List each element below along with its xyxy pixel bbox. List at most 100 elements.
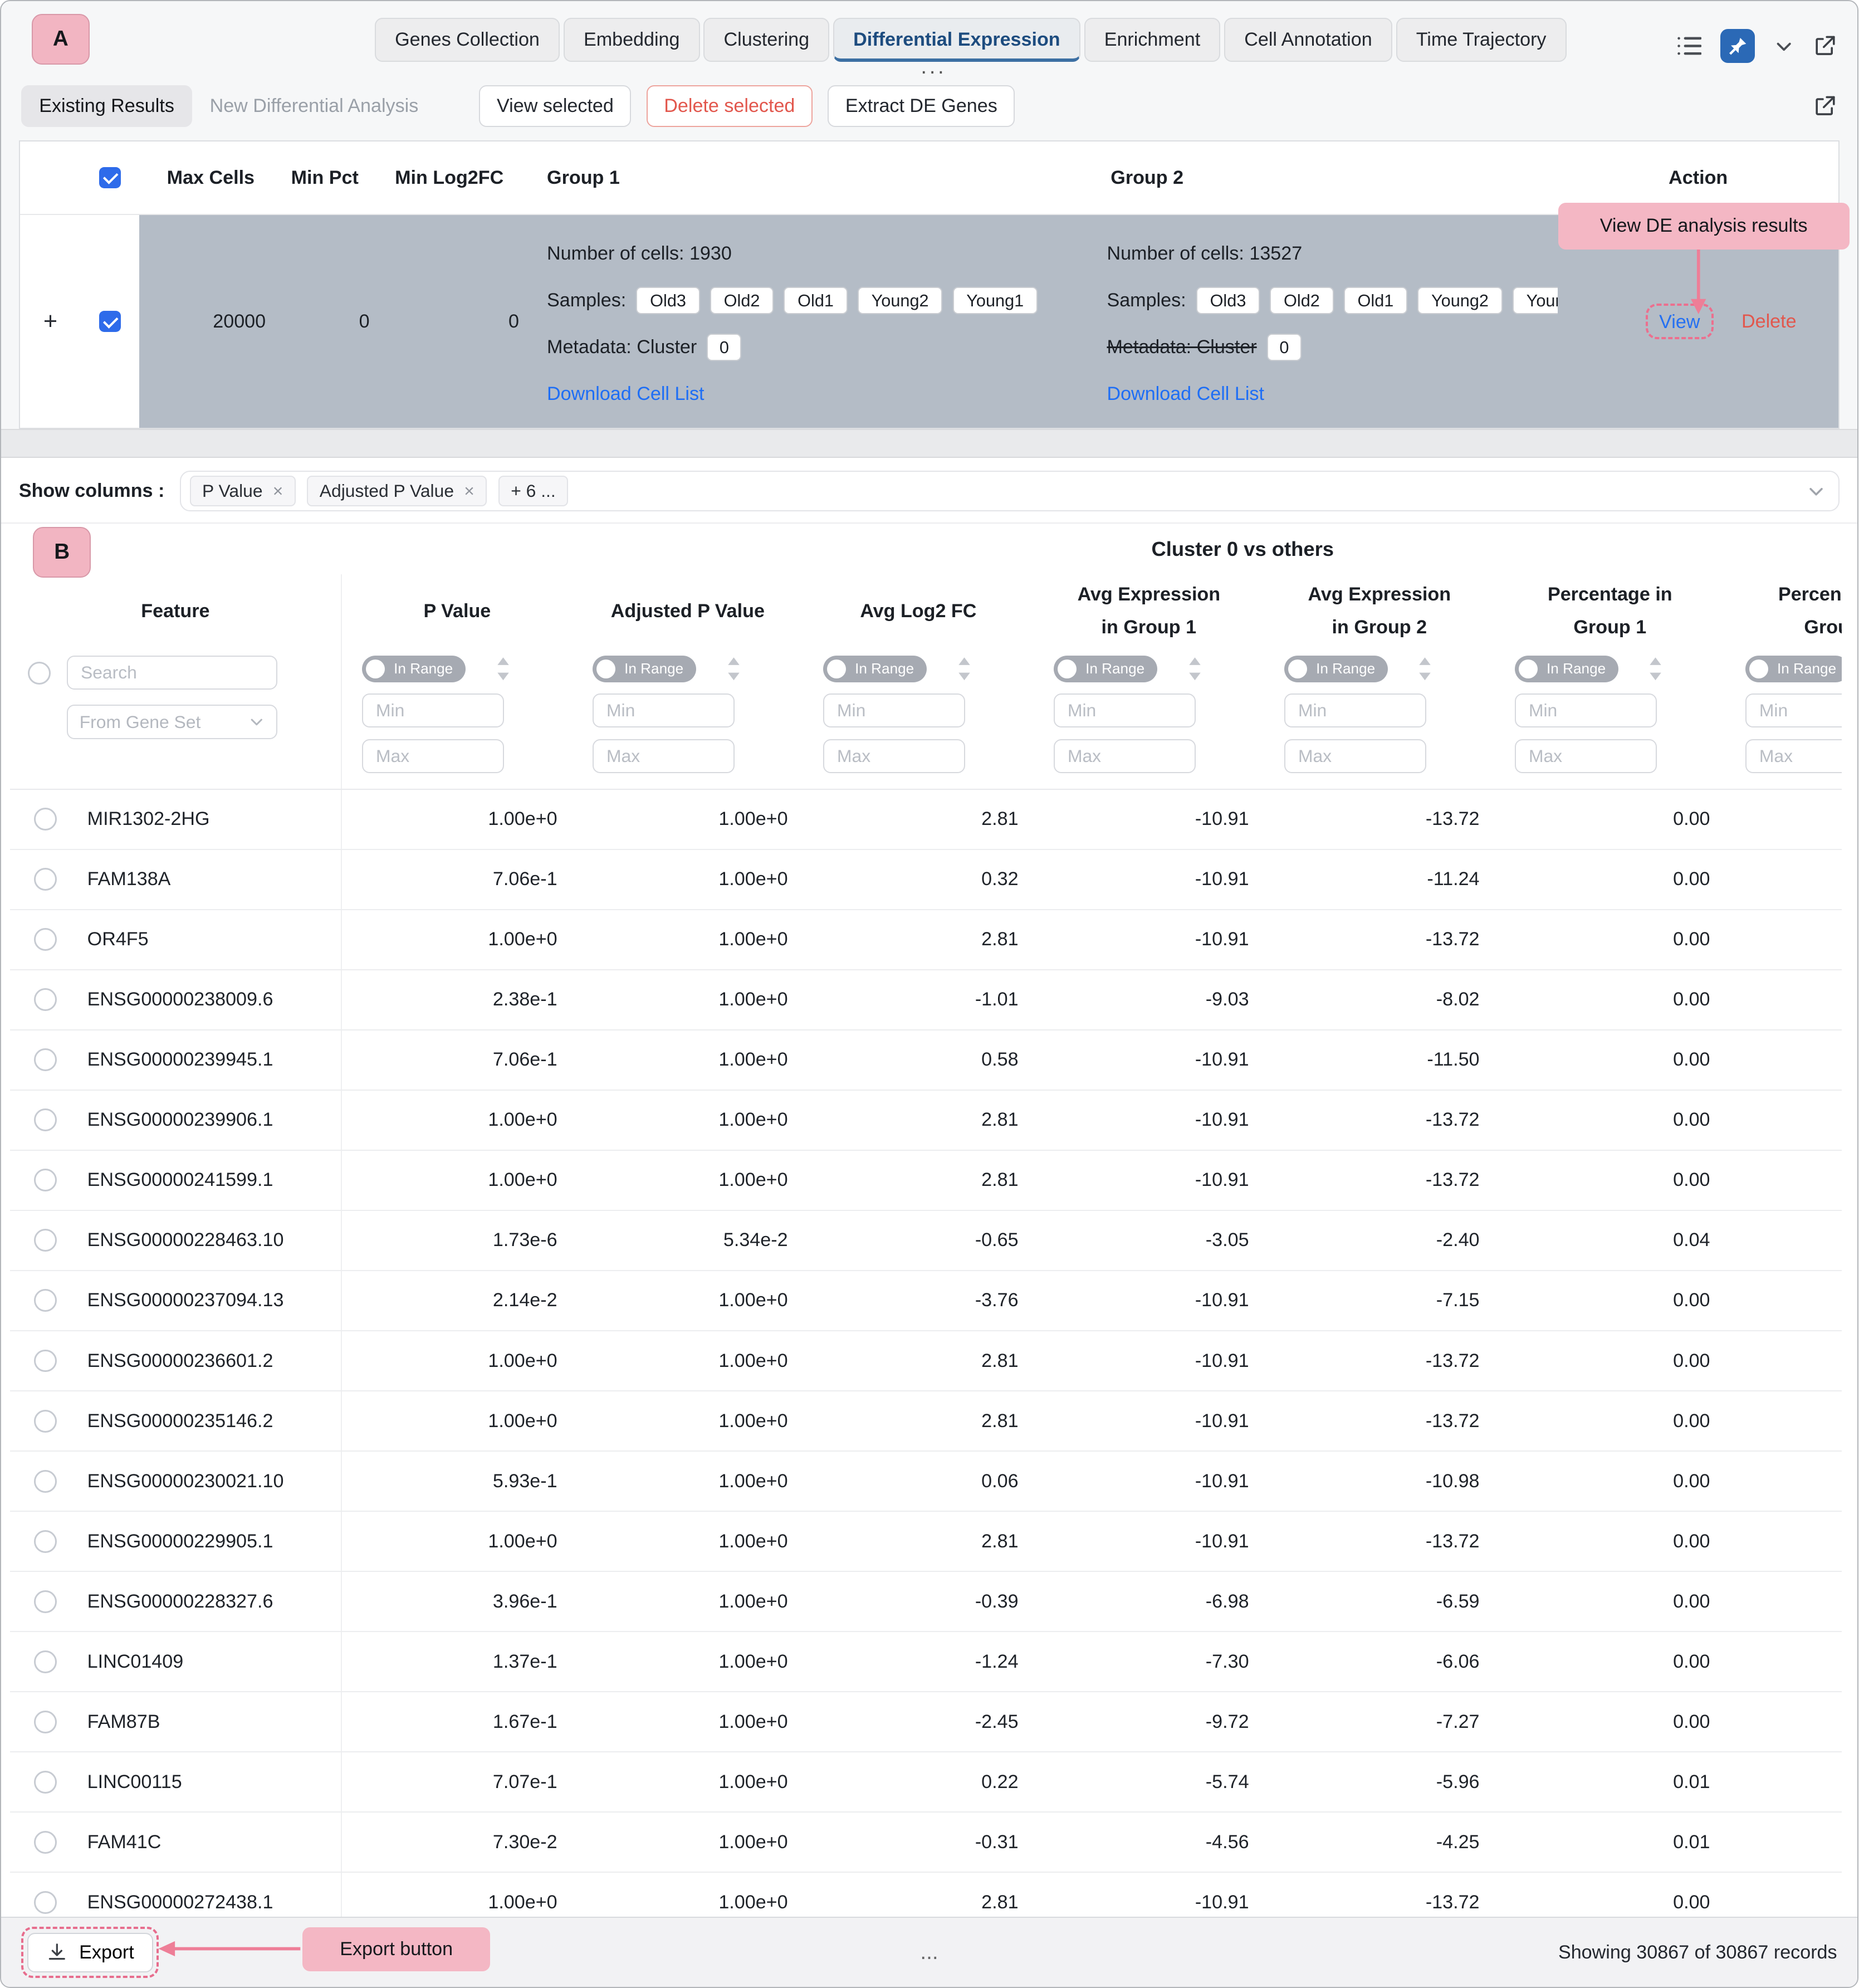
sample-chip[interactable]: Old1 xyxy=(784,287,847,314)
in-range-toggle[interactable]: In Range xyxy=(1745,656,1842,682)
row-checkbox[interactable] xyxy=(34,1410,57,1433)
row-checkbox[interactable] xyxy=(34,868,57,891)
row-checkbox[interactable] xyxy=(34,928,57,951)
table-row[interactable]: FAM138A 7.06e-1 1.00e+0 0.32 -10.91 -11.… xyxy=(10,850,1842,910)
sample-chip[interactable]: Old2 xyxy=(1270,287,1333,314)
row-checkbox[interactable] xyxy=(34,1650,57,1673)
min-filter-input[interactable] xyxy=(593,693,735,727)
open-external-icon[interactable] xyxy=(1813,34,1837,58)
table-row[interactable]: FAM87B 1.67e-1 1.00e+0 -2.45 -9.72 -7.27… xyxy=(10,1692,1842,1752)
expand-row-button[interactable]: + xyxy=(20,215,81,428)
row-checkbox[interactable] xyxy=(34,1590,57,1613)
delete-button[interactable]: Delete xyxy=(1741,311,1797,333)
in-range-toggle[interactable]: In Range xyxy=(362,656,466,682)
table-row[interactable]: ENSG00000228463.10 1.73e-6 5.34e-2 -0.65… xyxy=(10,1211,1842,1271)
module-tab[interactable]: Genes Collection xyxy=(375,18,560,62)
module-tab[interactable]: Enrichment xyxy=(1084,18,1221,62)
table-row[interactable]: OR4F5 1.00e+0 1.00e+0 2.81 -10.91 -13.72… xyxy=(10,910,1842,970)
max-filter-input[interactable] xyxy=(1515,739,1657,773)
group1-metadata-value-chip[interactable]: 0 xyxy=(707,334,741,361)
table-row[interactable]: FAM41C 7.30e-2 1.00e+0 -0.31 -4.56 -4.25… xyxy=(10,1813,1842,1873)
table-row[interactable]: ENSG00000235146.2 1.00e+0 1.00e+0 2.81 -… xyxy=(10,1391,1842,1452)
extract-de-genes-button[interactable]: Extract DE Genes xyxy=(828,85,1015,127)
in-range-toggle[interactable]: In Range xyxy=(1054,656,1157,682)
row-checkbox[interactable] xyxy=(34,1891,57,1914)
column-chip[interactable]: Adjusted P Value × xyxy=(307,476,487,506)
delete-selected-button[interactable]: Delete selected xyxy=(647,85,813,127)
max-filter-input[interactable] xyxy=(593,739,735,773)
sample-chip[interactable]: Old3 xyxy=(636,287,699,314)
max-filter-input[interactable] xyxy=(1745,739,1842,773)
select-all-checkbox[interactable] xyxy=(99,167,121,189)
row-checkbox[interactable] xyxy=(34,1470,57,1493)
max-filter-input[interactable] xyxy=(823,739,965,773)
row-checkbox[interactable] xyxy=(34,1530,57,1553)
sort-control[interactable] xyxy=(957,656,971,681)
chevron-down-icon[interactable] xyxy=(1774,36,1794,56)
table-row[interactable]: ENSG00000237094.13 2.14e-2 1.00e+0 -3.76… xyxy=(10,1271,1842,1331)
module-tab[interactable]: Clustering xyxy=(703,18,829,62)
table-row[interactable]: ENSG00000241599.1 1.00e+0 1.00e+0 2.81 -… xyxy=(10,1151,1842,1211)
table-row[interactable]: ENSG00000238009.6 2.38e-1 1.00e+0 -1.01 … xyxy=(10,970,1842,1030)
max-filter-input[interactable] xyxy=(362,739,504,773)
column-chip[interactable]: P Value × xyxy=(190,476,296,506)
pin-icon[interactable] xyxy=(1720,29,1754,63)
max-filter-input[interactable] xyxy=(1054,739,1196,773)
table-row[interactable]: ENSG00000230021.10 5.93e-1 1.00e+0 0.06 … xyxy=(10,1452,1842,1512)
group2-metadata-value-chip[interactable]: 0 xyxy=(1267,334,1302,361)
row-checkbox[interactable] xyxy=(99,311,121,333)
in-range-toggle[interactable]: In Range xyxy=(823,656,927,682)
row-checkbox[interactable] xyxy=(34,808,57,831)
download-cell-list-link[interactable]: Download Cell List xyxy=(547,383,705,405)
list-icon[interactable] xyxy=(1676,35,1701,57)
sample-chip[interactable]: Young1 xyxy=(953,287,1038,314)
table-row[interactable]: MIR1302-2HG 1.00e+0 1.00e+0 2.81 -10.91 … xyxy=(10,790,1842,850)
sample-chip[interactable]: Old3 xyxy=(1196,287,1260,314)
sample-chip[interactable]: Young2 xyxy=(1417,287,1502,314)
module-tab[interactable]: Embedding xyxy=(564,18,700,62)
min-filter-input[interactable] xyxy=(362,693,504,727)
module-tab[interactable]: Cell Annotation xyxy=(1224,18,1392,62)
row-checkbox[interactable] xyxy=(34,1229,57,1252)
min-filter-input[interactable] xyxy=(1515,693,1657,727)
table-row[interactable]: LINC00115 7.07e-1 1.00e+0 0.22 -5.74 -5.… xyxy=(10,1752,1842,1813)
in-range-toggle[interactable]: In Range xyxy=(593,656,696,682)
close-icon[interactable]: × xyxy=(464,481,474,501)
sort-control[interactable] xyxy=(1648,656,1662,681)
view-selected-button[interactable]: View selected xyxy=(479,85,631,127)
row-checkbox[interactable] xyxy=(34,1350,57,1372)
row-checkbox[interactable] xyxy=(34,1831,57,1854)
table-row[interactable]: ENSG00000239945.1 7.06e-1 1.00e+0 0.58 -… xyxy=(10,1030,1842,1091)
sample-chip[interactable]: Old1 xyxy=(1344,287,1407,314)
footer-overflow-indicator[interactable]: ... xyxy=(920,1940,938,1965)
table-row[interactable]: ENSG00000239906.1 1.00e+0 1.00e+0 2.81 -… xyxy=(10,1091,1842,1151)
more-columns-chip[interactable]: + 6 ... xyxy=(498,476,568,506)
max-filter-input[interactable] xyxy=(1284,739,1426,773)
table-row[interactable]: ENSG00000229905.1 1.00e+0 1.00e+0 2.81 -… xyxy=(10,1512,1842,1572)
tab-new-differential-analysis[interactable]: New Differential Analysis xyxy=(204,85,436,127)
module-tab[interactable]: Differential Expression xyxy=(833,18,1080,62)
row-checkbox[interactable] xyxy=(34,1711,57,1733)
table-row[interactable]: ENSG00000228327.6 3.96e-1 1.00e+0 -0.39 … xyxy=(10,1572,1842,1632)
sort-control[interactable] xyxy=(1188,656,1202,681)
min-filter-input[interactable] xyxy=(823,693,965,727)
table-row[interactable]: ENSG00000272438.1 1.00e+0 1.00e+0 2.81 -… xyxy=(10,1873,1842,1916)
tabs-overflow-indicator[interactable]: ... xyxy=(921,55,946,79)
min-filter-input[interactable] xyxy=(1054,693,1196,727)
sample-chip[interactable]: Young2 xyxy=(858,287,942,314)
select-all-checkbox[interactable] xyxy=(28,662,51,685)
sample-chip[interactable]: Old2 xyxy=(710,287,774,314)
row-checkbox[interactable] xyxy=(34,1048,57,1071)
min-filter-input[interactable] xyxy=(1284,693,1426,727)
tab-existing-results[interactable]: Existing Results xyxy=(21,85,192,127)
min-filter-input[interactable] xyxy=(1745,693,1842,727)
in-range-toggle[interactable]: In Range xyxy=(1515,656,1618,682)
gene-set-select[interactable]: From Gene Set xyxy=(67,705,277,739)
row-checkbox[interactable] xyxy=(34,988,57,1011)
export-button[interactable]: Export xyxy=(27,1933,153,1972)
in-range-toggle[interactable]: In Range xyxy=(1284,656,1388,682)
sort-control[interactable] xyxy=(496,656,510,681)
row-checkbox[interactable] xyxy=(34,1169,57,1191)
open-external-icon[interactable] xyxy=(1813,94,1837,118)
module-tab[interactable]: Time Trajectory xyxy=(1396,18,1567,62)
